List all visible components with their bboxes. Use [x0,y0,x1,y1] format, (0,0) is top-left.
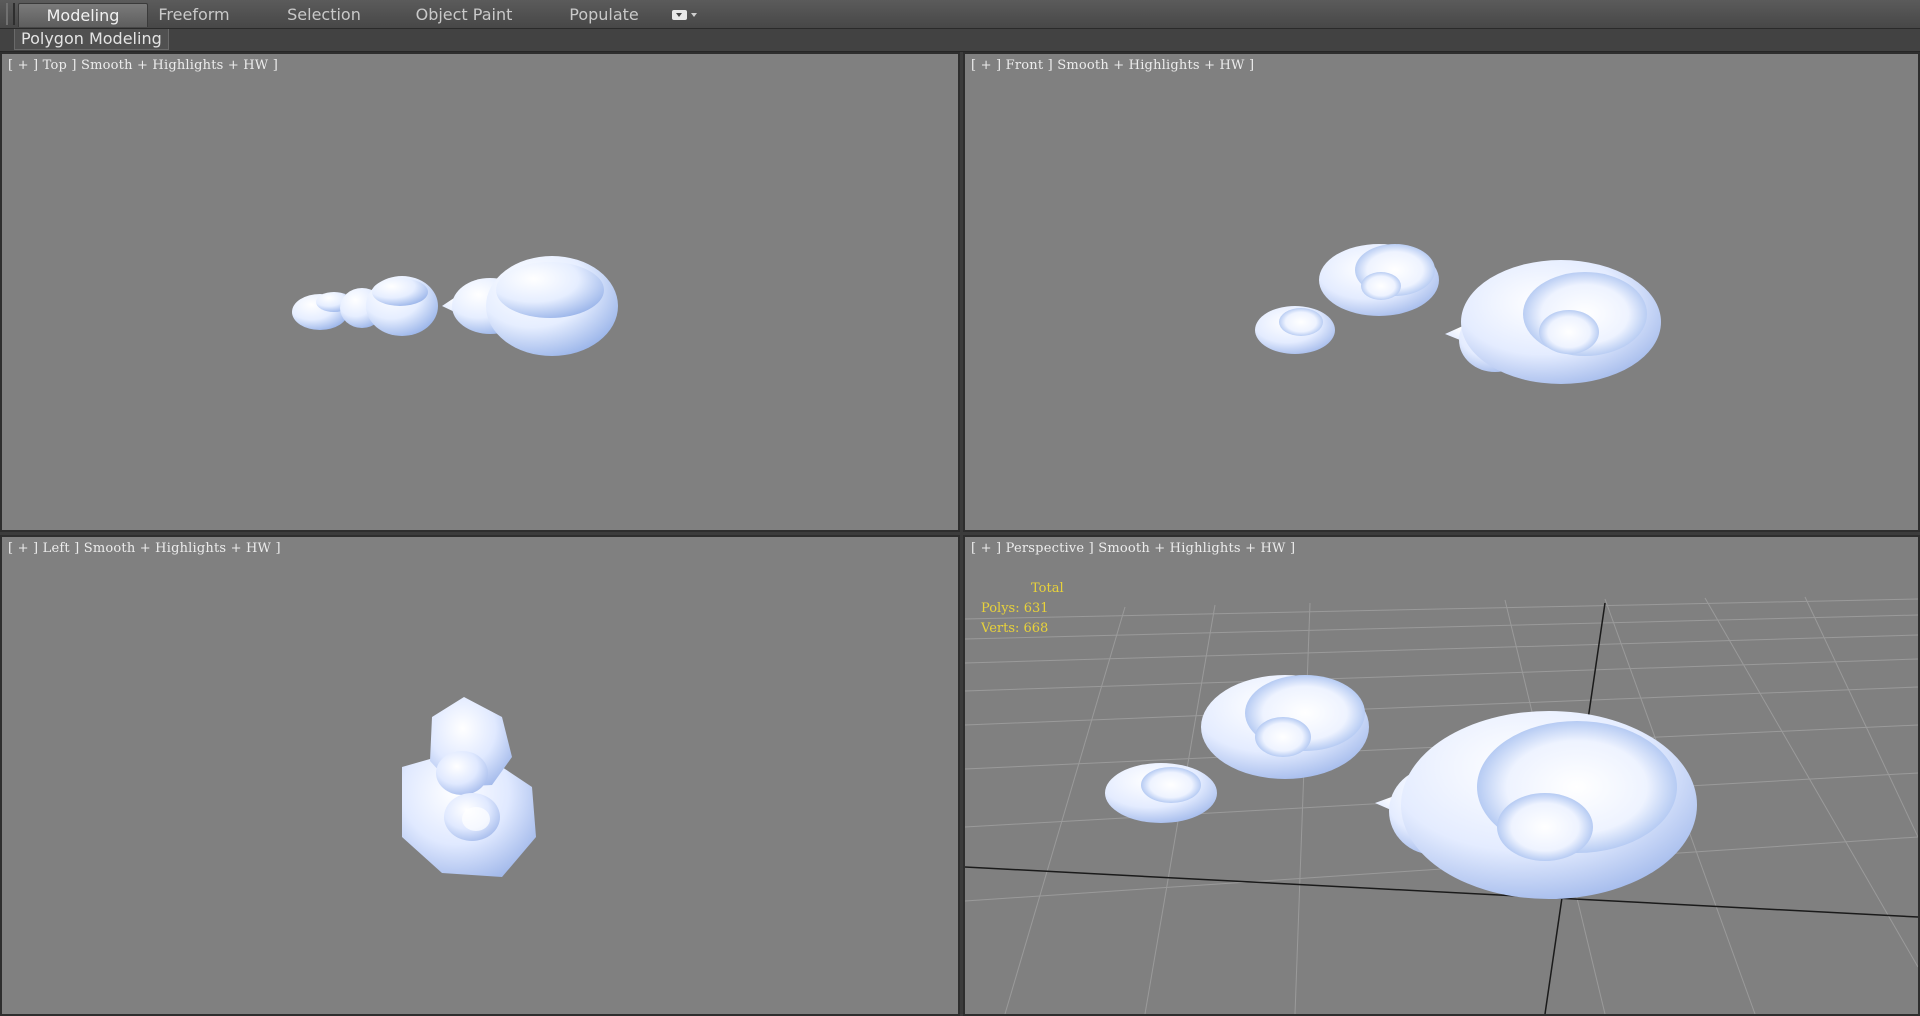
ribbon-panel-bar: Polygon Modeling [0,29,1920,52]
front-view-scene [1255,244,1661,384]
top-view-scene [292,256,618,356]
tab-object-paint[interactable]: Object Paint [408,3,520,26]
left-view-scene [402,697,536,877]
cloud-medium-perspective [1201,675,1369,779]
cloud-large-top [442,256,618,356]
cloud-large-front [1445,260,1661,384]
cloud-small-front [1255,306,1335,354]
cloud-small-perspective [1105,763,1217,823]
cloud-large-perspective [1375,711,1697,899]
tab-modeling[interactable]: Modeling [18,3,148,27]
tab-freeform[interactable]: Freeform [148,3,240,26]
viewport-front[interactable]: [ + ] Front ] Smooth + Highlights + HW ] [963,52,1920,532]
cloud-stack-left [402,697,536,877]
ribbon-tab-bar: Modeling Freeform Selection Object Paint… [0,0,1920,29]
chevron-down-icon [691,12,697,17]
tab-populate[interactable]: Populate [560,3,648,26]
viewport-top[interactable]: [ + ] Top ] Smooth + Highlights + HW ] [0,52,960,532]
ribbon-options-icon [672,9,687,20]
tab-selection[interactable]: Selection [278,3,370,26]
perspective-view-scene [965,596,1918,1014]
viewport-perspective[interactable]: [ + ] Perspective ] Smooth + Highlights … [963,535,1920,1016]
ribbon-grip-handle[interactable] [6,3,15,25]
polygon-modeling-panel-button[interactable]: Polygon Modeling [14,29,169,50]
cloud-medium-front [1319,244,1439,316]
viewport-left[interactable]: [ + ] Left ] Smooth + Highlights + HW ] [0,535,960,1016]
ribbon-options-button[interactable] [672,6,704,23]
cloud-medium-top [340,276,438,336]
